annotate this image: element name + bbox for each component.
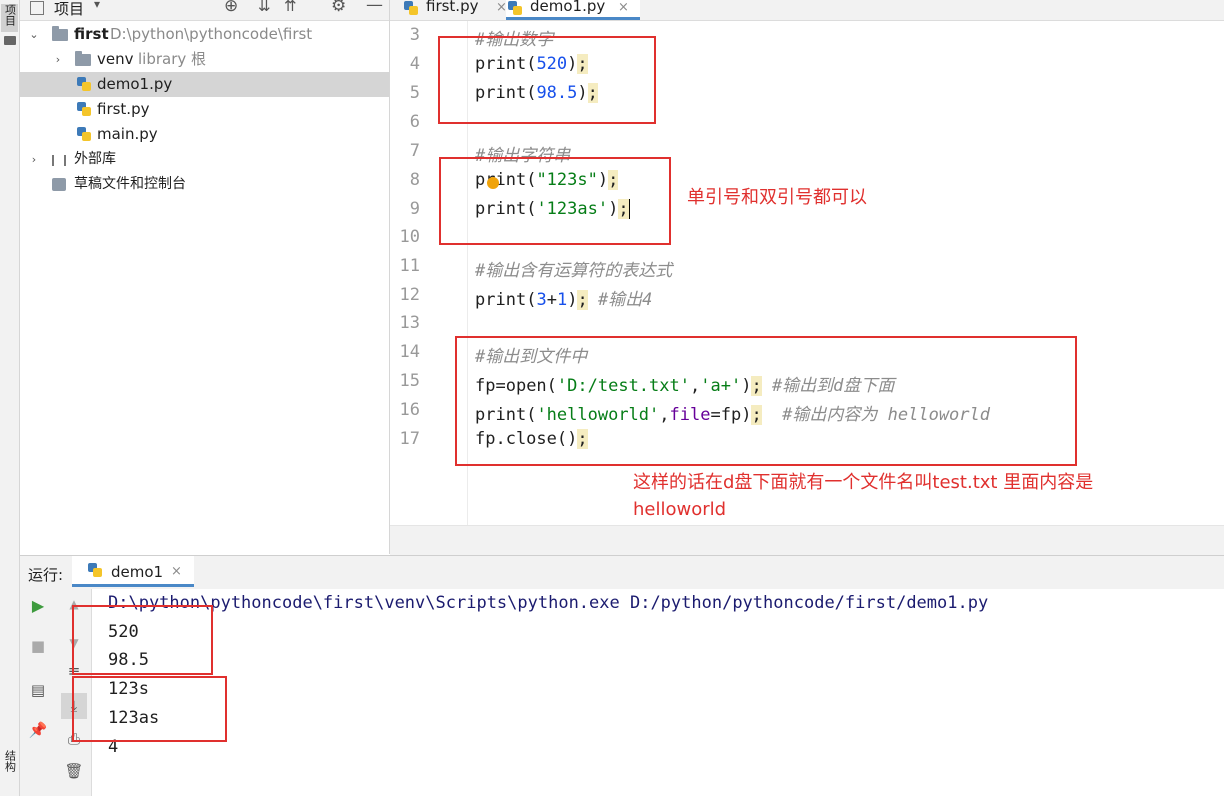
tree-item-external-libs[interactable]: › 外部库 [20,147,389,172]
line-number: 7 [409,141,420,161]
code-comment: #输出4 [597,290,653,310]
run-tab-demo1[interactable]: demo1 × [72,556,194,587]
line-number: 11 [399,256,420,276]
annotation-box-console-strings [72,676,227,742]
run-panel-header: 运行: demo1 × [20,555,1224,589]
project-view-icon [30,1,44,15]
annotation-file-note-2: helloworld [633,499,727,520]
code-number: 1 [556,290,568,310]
line-number: 8 [409,170,420,190]
left-tool-strip: 项目 结构 [0,0,20,796]
python-file-icon [508,1,522,16]
layout-icon[interactable]: ▤ [28,680,48,700]
code-paren: ) [567,290,578,310]
project-panel: 项目 ▾ ⊕ ⇊ ⇈ ⚙ — ⌄ first D:\python\pythonc… [20,0,390,554]
code-line-12: print(3+1); #输出4 [475,285,652,310]
line-number: 4 [409,54,420,74]
annotation-box-file-output [455,336,1077,466]
gear-icon[interactable]: ⚙ [331,0,346,16]
line-number: 12 [399,285,420,305]
code-line-11: #输出含有运算符的表达式 [475,261,673,281]
console-line: D:\python\pythoncode\first\venv\Scripts\… [108,593,989,613]
editor-breadcrumb-bar [390,525,1224,555]
tree-item-scratches[interactable]: 草稿文件和控制台 [20,172,389,197]
folder-icon [52,26,68,41]
tree-item-label: main.py [97,125,158,143]
python-file-icon [77,102,91,117]
tree-item-path: D:\python\pythoncode\first [110,25,313,43]
line-number: 13 [399,313,420,333]
python-file-icon [77,77,91,92]
code-operator: + [546,290,557,310]
expand-all-icon[interactable]: ⇊ [258,0,271,15]
locate-icon[interactable]: ⊕ [224,0,238,16]
tree-item-label: demo1.py [97,75,173,93]
structure-tool-label: 结构 [3,750,17,772]
tree-item-first[interactable]: ⌄ first D:\python\pythoncode\first [20,22,389,47]
code-paren: ( [526,290,537,310]
editor-tab-bar: first.py × demo1.py × [390,0,1224,21]
code-number: 3 [536,290,547,310]
tree-item-suffix: library 根 [138,50,207,68]
project-tool-tab[interactable]: 项目 [1,4,18,32]
annotation-box-console-numbers [72,605,213,675]
project-panel-title: 项目 [54,0,85,18]
tree-item-first-py[interactable]: first.py [20,97,389,122]
library-icon [52,155,66,166]
chevron-right-icon[interactable]: › [52,47,64,72]
stop-icon[interactable]: ■ [28,636,48,656]
line-number: 14 [399,342,420,362]
project-panel-header: 项目 ▾ ⊕ ⇊ ⇈ ⚙ — [20,0,389,21]
tab-label: first.py [426,0,479,15]
tree-item-main-py[interactable]: main.py [20,122,389,147]
tree-item-label: venv [97,50,134,68]
annotation-file-note: 这样的话在d盘下面就有一个文件名叫test.txt 里面内容是 [633,472,1094,493]
annotation-box-strings [439,157,671,245]
annotation-box-numbers [438,36,656,124]
line-number: 3 [409,25,420,45]
chevron-right-icon[interactable]: › [28,147,40,172]
tree-item-demo1[interactable]: demo1.py [20,72,389,97]
code-fn: print [475,290,527,310]
tab-demo1-py[interactable]: demo1.py × [506,0,640,20]
line-number: 5 [409,83,420,103]
line-number: 9 [409,199,420,219]
line-number: 15 [399,371,420,391]
chevron-down-icon[interactable]: ⌄ [28,22,40,47]
code-semicolon: ; [577,290,588,310]
python-file-icon [88,563,102,578]
line-number: 6 [409,112,420,132]
python-file-icon [77,127,91,142]
line-number: 17 [399,429,420,449]
scratch-console-icon [52,178,66,191]
tree-item-label: first.py [97,100,150,118]
collapse-all-icon[interactable]: ⇈ [284,0,297,15]
run-panel-label: 运行: [28,566,64,584]
structure-tool-tab[interactable]: 结构 [1,750,18,780]
annotation-quote-note: 单引号和双引号都可以 [687,187,867,208]
tree-item-label: 草稿文件和控制台 [74,176,186,192]
run-icon[interactable]: ▶ [28,596,48,616]
line-number: 10 [399,227,420,247]
tree-item-label: 外部库 [74,151,116,167]
dropdown-icon[interactable]: ▾ [94,0,100,11]
run-console[interactable]: D:\python\pythoncode\first\venv\Scripts\… [92,589,1224,796]
folder-icon [75,51,91,66]
tab-label: demo1.py [530,0,606,15]
folder-icon [1,34,18,46]
python-file-icon [404,1,418,16]
close-icon[interactable]: × [618,0,629,16]
trash-icon[interactable]: 🗑 [64,761,84,781]
project-tool-label: 项目 [3,4,17,26]
tree-item-venv[interactable]: › venv library 根 [20,47,389,72]
pin-icon[interactable]: 📌 [28,720,48,740]
minimize-icon[interactable]: — [366,0,383,15]
tree-item-label: first [74,25,109,43]
line-number: 16 [399,400,420,420]
close-icon[interactable]: × [171,564,182,579]
run-tab-label: demo1 [111,563,164,581]
